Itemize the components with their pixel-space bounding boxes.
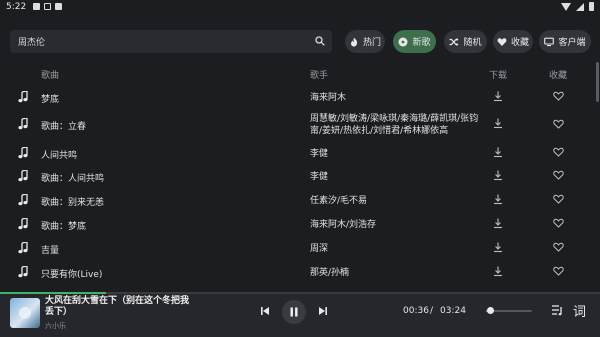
song-name: 歌曲：梦底: [41, 222, 87, 232]
song-artist: 任素汐/毛不易: [310, 196, 368, 206]
song-name: 吉量: [41, 246, 60, 256]
download-icon[interactable]: [493, 118, 503, 129]
chip-hot[interactable]: 热门: [345, 30, 385, 53]
player-bar: 大风在刮大雪在下（别在这个冬把我丢下） 六小乐 00:36 / 03:24 词: [0, 292, 600, 337]
pause-icon: [290, 307, 298, 317]
header-favorite: 收藏: [549, 71, 568, 81]
chip-random[interactable]: 随机: [444, 30, 487, 53]
header-artist: 歌手: [310, 71, 329, 81]
monitor-icon: [544, 37, 555, 46]
favorite-heart-icon[interactable]: [553, 194, 564, 204]
song-artist: 周慧敏/刘敏涛/梁咏琪/秦海璐/薛凯琪/张钧甯/姜妍/热依扎/刘惜君/希林娜依高: [310, 114, 479, 136]
list-scrollbar[interactable]: [596, 62, 599, 102]
status-bar: 5:22: [0, 0, 600, 14]
previous-track-icon[interactable]: [260, 306, 270, 316]
song-artist: 李健: [310, 149, 329, 159]
download-icon[interactable]: [493, 147, 503, 158]
flame-icon: [350, 37, 358, 46]
song-artist: 李健: [310, 172, 329, 182]
song-name: 歌曲：人间共鸣: [41, 174, 105, 184]
download-status-icon: [55, 3, 62, 10]
header-download: 下载: [489, 71, 508, 81]
music-note-icon: [18, 266, 28, 278]
now-playing-title: 大风在刮大雪在下（别在这个冬把我丢下）: [45, 296, 190, 317]
chip-client[interactable]: 客户端: [539, 30, 591, 53]
volume-knob[interactable]: [487, 307, 495, 314]
song-row[interactable]: 歌曲：别来无恙 任素汐/毛不易: [0, 188, 596, 212]
favorite-heart-icon[interactable]: [553, 266, 564, 276]
notification-icon: [33, 3, 40, 10]
chip-label-favorites: 收藏: [510, 38, 529, 48]
favorite-heart-icon[interactable]: [553, 119, 564, 129]
download-icon[interactable]: [493, 266, 503, 277]
chip-label-hot: 热门: [362, 38, 381, 48]
favorite-heart-icon[interactable]: [553, 91, 564, 101]
download-icon[interactable]: [493, 242, 503, 253]
status-right: [561, 2, 594, 11]
song-artist: 周深: [310, 244, 329, 254]
favorite-heart-icon[interactable]: [553, 170, 564, 180]
header-song: 歌曲: [41, 71, 60, 81]
current-time: 00:36: [403, 306, 429, 316]
table-header: 歌曲 歌手 下载 收藏: [0, 64, 600, 82]
time-separator: /: [430, 306, 434, 316]
status-time: 5:22: [6, 2, 27, 12]
song-name: 只要有你(Live): [41, 270, 103, 280]
song-name: 梦底: [41, 95, 60, 105]
music-note-icon: [18, 91, 28, 103]
status-icons: [33, 3, 62, 10]
search-icon[interactable]: [315, 36, 325, 46]
song-row[interactable]: 歌曲：梦底 海来阿木/刘浩存: [0, 212, 596, 236]
song-row[interactable]: 歌曲：立春 周慧敏/刘敏涛/梁咏琪/秦海璐/薛凯琪/张钧甯/姜妍/热依扎/刘惜君…: [0, 109, 596, 139]
download-icon[interactable]: [493, 170, 503, 181]
chip-label-client: 客户端: [558, 38, 586, 48]
download-icon[interactable]: [493, 218, 503, 229]
play-pause-button[interactable]: [282, 300, 306, 324]
music-note-icon: [18, 118, 28, 130]
album-cover[interactable]: [10, 298, 40, 328]
song-row[interactable]: 人间共鸣 李健: [0, 141, 596, 165]
total-time: 03:24: [440, 306, 466, 316]
favorite-heart-icon[interactable]: [553, 147, 564, 157]
song-row[interactable]: 只要有你(Live) 那英/孙楠: [0, 260, 596, 284]
song-row[interactable]: 吉量 周深: [0, 236, 596, 260]
shuffle-icon: [449, 37, 459, 46]
chip-label-new-songs: 新歌: [412, 38, 431, 48]
music-note-icon: [18, 147, 28, 159]
lyrics-button[interactable]: 词: [573, 301, 586, 320]
music-note-icon: [18, 242, 28, 254]
song-name: 歌曲：立春: [41, 122, 87, 132]
next-track-icon[interactable]: [318, 306, 328, 316]
chip-label-random: 随机: [463, 38, 482, 48]
song-name: 歌曲：别来无恙: [41, 198, 105, 208]
song-artist: 海来阿木: [310, 93, 347, 103]
now-playing-artist: 六小乐: [45, 322, 66, 330]
music-note-icon: [18, 170, 28, 182]
favorite-heart-icon[interactable]: [553, 242, 564, 252]
heart-icon: [497, 37, 507, 46]
chip-favorites[interactable]: 收藏: [493, 30, 533, 53]
music-disc-icon: [398, 37, 408, 46]
song-name: 人间共鸣: [41, 151, 78, 161]
song-row[interactable]: 梦底 海来阿木: [0, 85, 596, 109]
signal-icon: [576, 2, 584, 11]
song-artist: 海来阿木/刘浩存: [310, 220, 377, 230]
search-value: 周杰伦: [18, 38, 46, 48]
song-artist: 那英/孙楠: [310, 268, 350, 278]
music-note-icon: [18, 194, 28, 206]
favorite-heart-icon[interactable]: [553, 218, 564, 228]
download-icon[interactable]: [493, 91, 503, 102]
music-note-icon: [18, 218, 28, 230]
image-icon: [44, 3, 51, 10]
search-input[interactable]: 周杰伦: [10, 30, 332, 53]
wifi-icon: [561, 2, 571, 11]
chip-new-songs[interactable]: 新歌: [393, 30, 436, 53]
song-row[interactable]: 歌曲：人间共鸣 李健: [0, 164, 596, 188]
playback-progress-fill: [0, 292, 106, 294]
download-icon[interactable]: [493, 194, 503, 205]
playlist-icon[interactable]: [551, 304, 563, 316]
battery-icon: [589, 2, 594, 11]
